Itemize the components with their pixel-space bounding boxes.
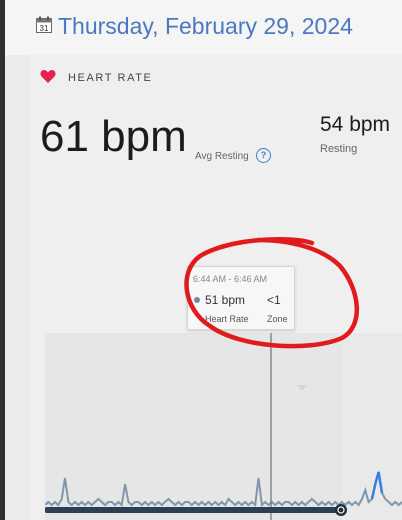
heart-icon: [40, 70, 56, 83]
avg-resting-label: Avg Resting: [195, 151, 249, 162]
left-edge-panel: [0, 0, 5, 520]
tooltip-zone-value: <1: [267, 293, 281, 307]
tooltip-time-range: 6:44 AM - 6:46 AM: [193, 274, 268, 284]
chart-canvas[interactable]: [45, 333, 402, 520]
tooltip-pointer: [297, 385, 307, 391]
help-icon[interactable]: ?: [256, 148, 271, 163]
heart-rate-chart[interactable]: [45, 333, 402, 520]
page-title: Thursday, February 29, 2024: [58, 13, 353, 39]
tooltip-bpm: 51 bpm: [205, 293, 246, 307]
heart-rate-highlight-segment: [370, 471, 384, 500]
chart-tooltip: 6:44 AM - 6:46 AM 51 bpm <1 Heart Rate Z…: [187, 266, 295, 330]
chart-plot-background: [45, 333, 342, 520]
card-title: HEART RATE: [68, 72, 153, 84]
resting-value: 54 bpm: [320, 113, 391, 136]
tooltip-heart-rate-label: Heart Rate: [205, 314, 249, 324]
avg-resting-value: 61 bpm: [40, 112, 187, 161]
calendar-icon[interactable]: 31: [36, 16, 52, 33]
calendar-day-text: 31: [40, 24, 49, 33]
tooltip-zone-label: Zone: [267, 314, 288, 324]
date-header: 31 Thursday, February 29, 2024: [5, 0, 402, 55]
series-dot-icon: [194, 297, 200, 303]
resting-label: Resting: [320, 143, 358, 155]
scrub-handle-icon[interactable]: [335, 504, 347, 516]
